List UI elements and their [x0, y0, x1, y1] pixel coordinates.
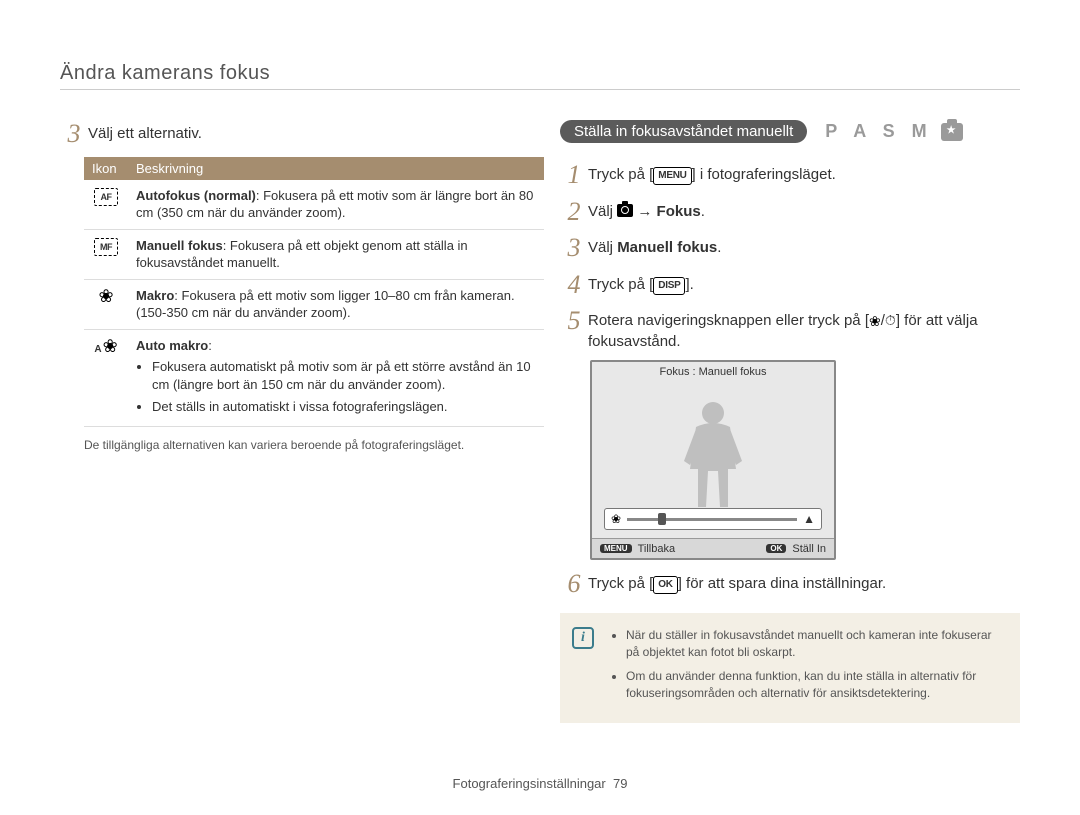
list-item: När du ställer in fokusavståndet manuell…: [626, 627, 1006, 662]
step-text: Tryck på [DISP].: [588, 271, 1020, 295]
right-step-3: 3 Välj Manuell fokus.: [560, 234, 1020, 263]
left-footnote: De tillgängliga alternativen kan variera…: [84, 437, 520, 454]
step-text: Tryck på [MENU] i fotograferingsläget.: [588, 161, 1020, 185]
step-text: Välj → Fokus.: [588, 198, 1020, 222]
right-step-6: 6 Tryck på [OK] för att spara dina instä…: [560, 570, 1020, 599]
step-number: 3: [560, 234, 588, 263]
ok-button-icon: OK: [653, 576, 677, 594]
ok-chip-icon: OK: [766, 544, 786, 553]
page-footer: Fotograferingsinställningar 79: [0, 776, 1080, 791]
row-desc: Manuell fokus: Fokusera på ett objekt ge…: [128, 229, 544, 279]
right-step-2: 2 Välj → Fokus.: [560, 198, 1020, 227]
page-header-title: Ändra kamerans fokus: [60, 62, 1020, 85]
menu-chip-icon: MENU: [600, 544, 632, 553]
step-text: Välj ett alternativ.: [88, 120, 520, 144]
smart-mode-icon: [941, 123, 963, 141]
mode-indicator: P A S M: [825, 121, 962, 142]
step-number: 1: [560, 161, 588, 190]
step-text: Rotera navigeringsknappen eller tryck på…: [588, 307, 1020, 352]
lcd-preview: Fokus : Manuell fokus ❀ ▲: [590, 360, 836, 560]
list-item: Om du använder denna funktion, kan du in…: [626, 668, 1006, 703]
right-column: Ställa in fokusavståndet manuellt P A S …: [560, 120, 1020, 723]
camera-icon: [617, 204, 633, 217]
row-desc: Makro: Fokusera på ett motiv som ligger …: [128, 279, 544, 329]
timer-icon: ⏱: [885, 312, 896, 328]
focus-slider-track: ❀ ▲: [604, 508, 822, 530]
step-number: 5: [560, 307, 588, 336]
manualfocus-icon: MF: [94, 238, 118, 256]
header-divider: [60, 89, 1020, 90]
automacro-a-icon: A: [94, 345, 101, 355]
lcd-set-label: Ställ In: [792, 543, 826, 555]
automacro-flower-icon: ❀: [103, 337, 118, 355]
macro-icon: ❀: [611, 513, 621, 525]
left-column: 3 Välj ett alternativ. Ikon Beskrivning …: [60, 120, 520, 723]
mountain-icon: ▲: [803, 512, 815, 526]
col-header-desc: Beskrivning: [128, 157, 544, 180]
table-row: A ❀ Auto makro: Fokusera automatiskt på …: [84, 329, 544, 426]
step-number: 3: [60, 120, 88, 149]
table-row: MF Manuell fokus: Fokusera på ett objekt…: [84, 229, 544, 279]
left-step-3: 3 Välj ett alternativ.: [60, 120, 520, 149]
menu-button-icon: MENU: [653, 167, 691, 185]
right-step-5: 5 Rotera navigeringsknappen eller tryck …: [560, 307, 1020, 352]
row-desc: Autofokus (normal): Fokusera på ett moti…: [128, 180, 544, 230]
step-text: Välj Manuell fokus.: [588, 234, 1020, 258]
right-step-4: 4 Tryck på [DISP].: [560, 271, 1020, 300]
lcd-footer: MENU Tillbaka OK Ställ In: [592, 538, 834, 558]
right-step-1: 1 Tryck på [MENU] i fotograferingsläget.: [560, 161, 1020, 190]
step-number: 4: [560, 271, 588, 300]
footer-page-number: 79: [613, 776, 627, 791]
lcd-label: Fokus : Manuell fokus: [592, 362, 834, 378]
row-desc: Auto makro: Fokusera automatiskt på moti…: [128, 329, 544, 426]
info-icon: i: [572, 627, 594, 649]
table-row: ❀ Makro: Fokusera på ett motiv som ligge…: [84, 279, 544, 329]
slider-thumb: [658, 513, 666, 525]
disp-button-icon: DISP: [653, 277, 685, 295]
subject-silhouette: [678, 399, 748, 512]
step-number: 6: [560, 570, 588, 599]
list-item: Fokusera automatiskt på motiv som är på …: [152, 358, 536, 393]
step-text: Tryck på [OK] för att spara dina inställ…: [588, 570, 1020, 594]
footer-section: Fotograferingsinställningar: [453, 776, 606, 791]
section-pill: Ställa in fokusavståndet manuellt: [560, 120, 807, 143]
macro-icon: ❀: [98, 287, 113, 305]
slider-bar: [627, 518, 797, 521]
list-item: Det ställs in automatiskt i vissa fotogr…: [152, 398, 536, 416]
table-row: AF Autofokus (normal): Fokusera på ett m…: [84, 180, 544, 230]
col-header-icon: Ikon: [84, 157, 128, 180]
step-number: 2: [560, 198, 588, 227]
options-table: Ikon Beskrivning AF Autofokus (normal): …: [84, 157, 544, 427]
info-note: i När du ställer in fokusavståndet manue…: [560, 613, 1020, 723]
macro-icon: ❀: [869, 314, 881, 328]
autofocus-icon: AF: [94, 188, 118, 206]
lcd-back-label: Tillbaka: [638, 543, 676, 555]
